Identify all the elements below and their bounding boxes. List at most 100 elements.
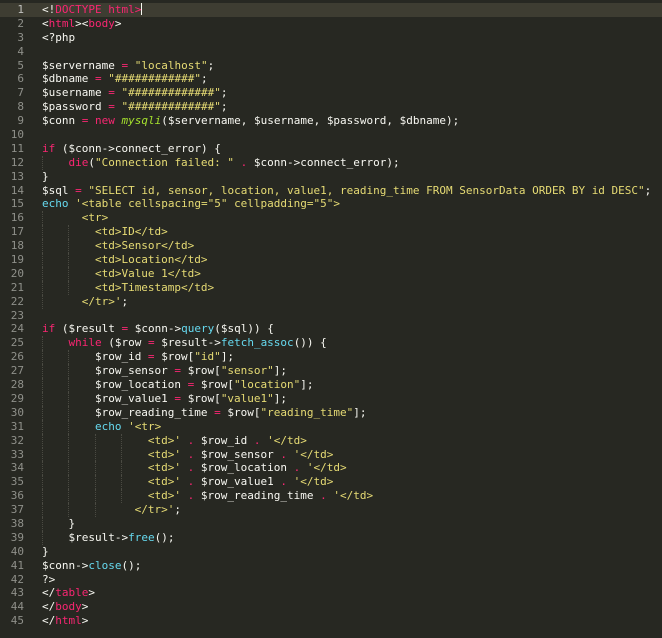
code-line[interactable]: 20 <td>Value 1</td> xyxy=(0,266,662,281)
code-line[interactable]: 15 echo '<table cellspacing="5" cellpaddi… xyxy=(0,197,662,211)
code-line[interactable]: 29 $row_value1 = $row["value1"]; xyxy=(0,391,662,406)
code-line[interactable]: 33 <td>' . $row_sensor . '</td> xyxy=(0,447,662,462)
code-line[interactable]: 44 </body> xyxy=(0,600,662,614)
code-line[interactable]: 12 die("Connection failed: " . $conn->con… xyxy=(0,155,662,170)
code-area[interactable]: 1 <!DOCTYPE html> 2 <html><body> 3 <?php 4 5 $se… xyxy=(0,3,662,628)
code-line[interactable]: 31 echo '<tr> xyxy=(0,419,662,434)
code-text: if ($result = $conn->query($sql)) { xyxy=(42,322,274,336)
code-line[interactable]: 1 <!DOCTYPE html> xyxy=(0,3,662,17)
line-number: 38 xyxy=(10,516,24,530)
code-line[interactable]: 38} xyxy=(0,516,662,531)
indent-guide xyxy=(68,433,70,448)
code-token: '<tr> xyxy=(121,419,162,433)
code-token: = xyxy=(75,114,95,128)
code-line[interactable]: 27 $row_sensor = $row["sensor"]; xyxy=(0,364,662,379)
code-line[interactable]: 13} xyxy=(0,170,662,184)
code-line[interactable]: 14 $sql = "SELECT id, sensor, location, v… xyxy=(0,184,662,198)
code-line[interactable]: 28 $row_location = $row["location"]; xyxy=(0,378,662,392)
code-line[interactable]: 37 </tr>'; xyxy=(0,503,662,517)
code-token: body xyxy=(55,600,82,614)
code-token: "#############" xyxy=(121,100,221,114)
code-text: <td>' . $row_sensor . '</td> xyxy=(148,448,333,462)
code-token: ($sql)) { xyxy=(214,322,274,336)
line-number: 9 xyxy=(17,114,24,128)
code-line[interactable]: 16 <tr> xyxy=(0,211,662,226)
line-number: 2 xyxy=(17,16,24,30)
code-token: ; xyxy=(644,183,652,197)
code-line[interactable]: 21 <td>Timestamp</td> xyxy=(0,280,662,295)
indent-guide xyxy=(68,503,70,517)
code-line[interactable]: 43 </table> xyxy=(0,586,662,600)
code-line[interactable]: 40} xyxy=(0,545,662,559)
indent-guide xyxy=(42,336,43,351)
code-token: $row_value1 xyxy=(200,475,274,489)
code-token: </ xyxy=(42,586,56,600)
code-line[interactable]: 32 <td>' . $row_id . '</td> xyxy=(0,433,662,448)
code-line[interactable]: 10 xyxy=(0,128,662,142)
code-text: <td>Timestamp</td> xyxy=(95,281,214,295)
code-token: . xyxy=(287,461,307,475)
code-text: </body> xyxy=(42,600,88,614)
code-token: </ xyxy=(42,600,56,614)
code-line[interactable]: 4 xyxy=(0,45,662,59)
text-cursor xyxy=(141,3,143,15)
code-text: <td>Location</td> xyxy=(95,253,208,267)
code-token: . xyxy=(181,461,201,475)
code-line[interactable]: 41 $conn->close(); xyxy=(0,559,662,573)
code-line[interactable]: 35 <td>' . $row_value1 . '</td> xyxy=(0,475,662,490)
code-editor[interactable]: 1 <!DOCTYPE html> 2 <html><body> 3 <?php 4 5 $se… xyxy=(0,0,662,638)
code-token: table xyxy=(55,586,89,600)
code-line[interactable]: 5 $servername = "localhost"; xyxy=(0,59,662,73)
line-number: 15 xyxy=(10,197,24,211)
code-token: > xyxy=(114,16,122,30)
code-line[interactable]: 39 $result->free(); xyxy=(0,530,662,545)
indent-guide xyxy=(68,350,70,365)
code-token: "value1" xyxy=(220,391,274,405)
code-line[interactable]: 7 $username = "#############"; xyxy=(0,86,662,100)
line-number: 10 xyxy=(10,128,24,142)
line-number: 32 xyxy=(10,433,24,447)
indent-guide xyxy=(94,461,96,476)
code-line[interactable]: 45 </html> xyxy=(0,614,662,628)
line-number: 12 xyxy=(10,155,24,169)
code-line[interactable]: 25 while ($row = $result->fetch_assoc()) … xyxy=(0,336,662,351)
code-text: $row_sensor = $row["sensor"]; xyxy=(95,364,287,378)
code-token: = xyxy=(207,405,228,419)
code-line[interactable]: 22 </tr>'; xyxy=(0,294,662,309)
line-number: 27 xyxy=(10,364,24,378)
code-line[interactable]: 30 $row_reading_time = $row["reading_time… xyxy=(0,405,662,420)
line-number: 5 xyxy=(17,58,24,72)
code-token: '</td> xyxy=(333,489,374,503)
code-line[interactable]: 26 $row_id = $row["id"]; xyxy=(0,350,662,365)
code-line[interactable]: 18 <td>Sensor</td> xyxy=(0,239,662,254)
code-line[interactable]: 11 if ($conn->connect_error) { xyxy=(0,142,662,156)
code-text: <td>' . $row_id . '</td> xyxy=(148,434,307,448)
code-line[interactable]: 19 <td>Location</td> xyxy=(0,253,662,267)
code-token: "SELECT id, sensor, location, value1, re… xyxy=(88,183,645,197)
code-token: <td>' xyxy=(147,475,182,489)
code-line[interactable]: 36 <td>' . $row_reading_time . '</td> xyxy=(0,489,662,504)
line-number: 18 xyxy=(10,239,24,253)
indent-guide xyxy=(42,475,43,490)
line-number: 37 xyxy=(10,503,24,517)
code-line[interactable]: 3 <?php xyxy=(0,31,662,45)
code-token: <tr> xyxy=(81,211,109,225)
code-line[interactable]: 34 <td>' . $row_location . '</td> xyxy=(0,461,662,476)
line-number: 1 xyxy=(17,3,24,16)
code-token: $servername xyxy=(42,58,115,72)
code-line[interactable]: 24 if ($result = $conn->query($sql)) { xyxy=(0,322,662,336)
indent-guide xyxy=(42,489,43,504)
code-token: $row_location xyxy=(200,461,287,475)
code-line[interactable]: 42 ?> xyxy=(0,573,662,587)
code-line[interactable]: 8 $password = "#############"; xyxy=(0,100,662,114)
code-token: = xyxy=(167,391,188,405)
code-line[interactable]: 2 <html><body> xyxy=(0,17,662,31)
line-number: 33 xyxy=(10,447,24,461)
code-token: "localhost" xyxy=(134,58,208,72)
code-line[interactable]: 23 xyxy=(0,309,662,323)
code-token: if xyxy=(42,322,56,336)
code-token: ()) { xyxy=(293,336,327,350)
code-line[interactable]: 9 $conn = new mysqli($servername, $userna… xyxy=(0,114,662,128)
code-line[interactable]: 6 $dbname = "############"; xyxy=(0,72,662,86)
code-line[interactable]: 17 <td>ID</td> xyxy=(0,225,662,240)
